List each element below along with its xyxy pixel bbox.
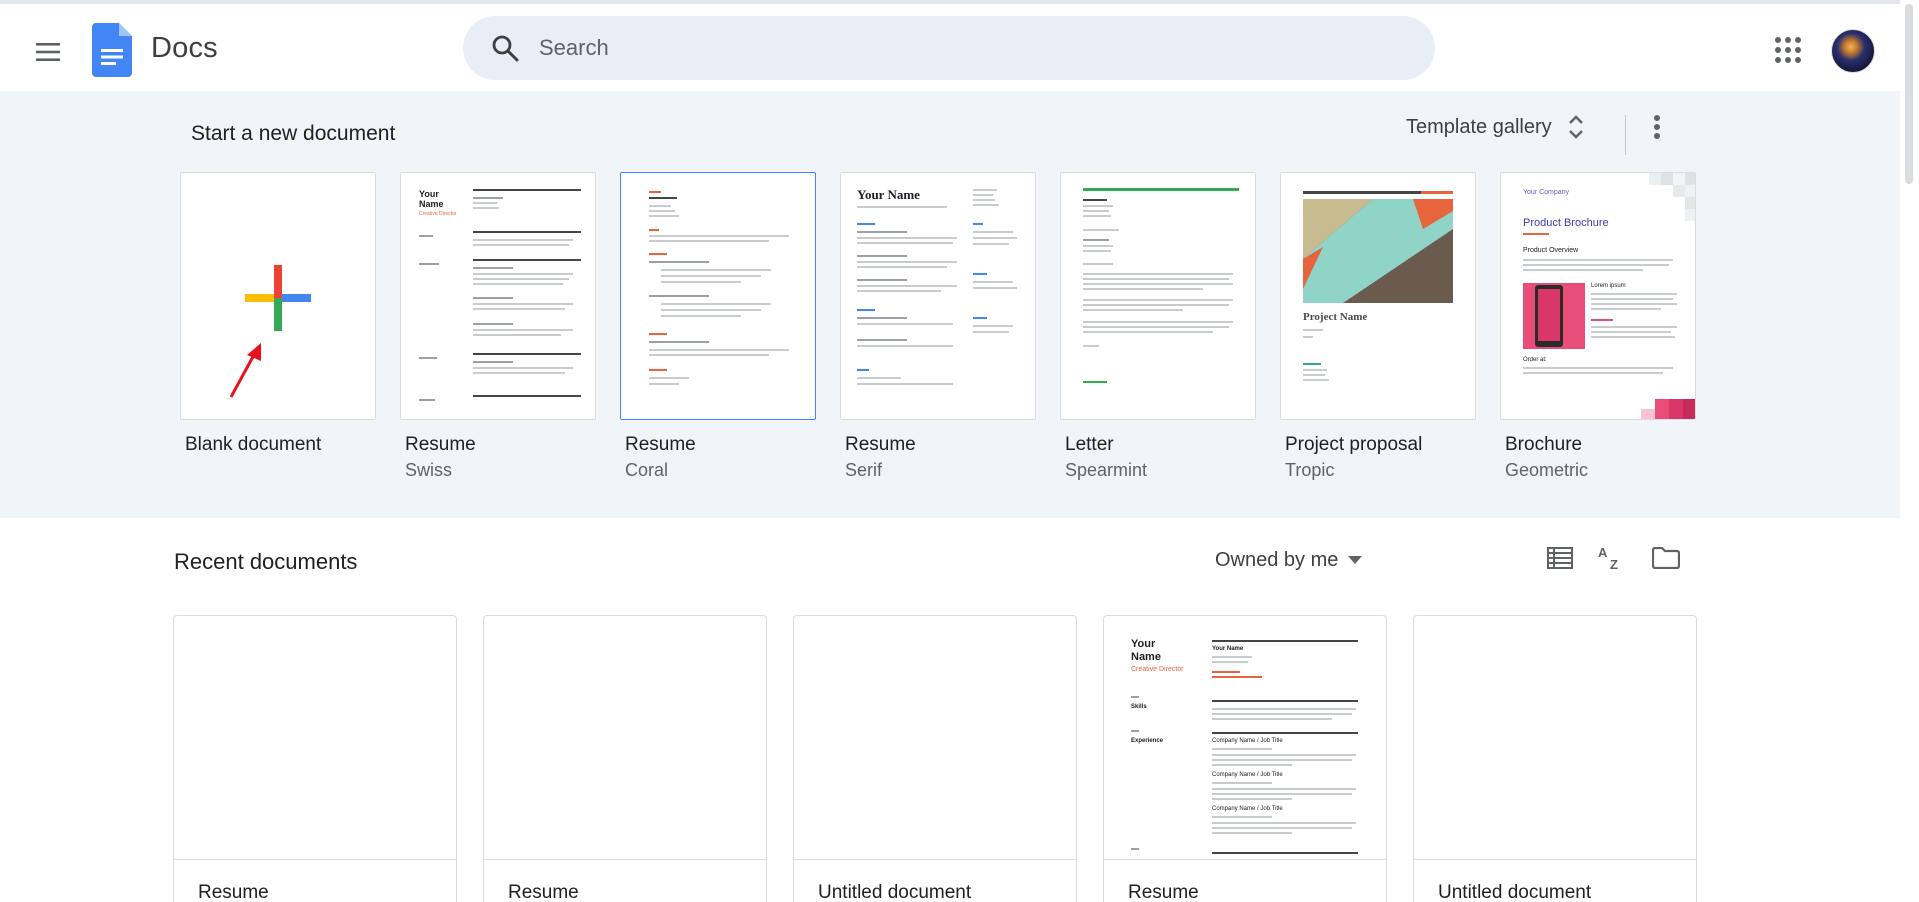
template-name: Project proposal xyxy=(1285,434,1423,455)
sort-button[interactable]: A Z xyxy=(1593,540,1629,576)
template-project-proposal-tropic[interactable]: Project Name Project proposal Tropic xyxy=(1280,172,1476,480)
owner-filter-dropdown[interactable]: Owned by me xyxy=(1215,542,1363,578)
template-blank-document[interactable]: Blank document xyxy=(180,172,376,455)
template-section: Start a new document Template gallery Bl… xyxy=(0,91,1900,518)
thumb-project-name: Project Name xyxy=(1303,311,1368,323)
geometric-bottom-art xyxy=(1641,399,1695,419)
template-thumbnail[interactable] xyxy=(620,172,816,420)
scrollbar-thumb[interactable] xyxy=(1905,4,1913,184)
red-arrow-annotation xyxy=(229,343,261,398)
plus-icon xyxy=(245,265,311,331)
more-vert-icon xyxy=(1654,115,1660,139)
thumb-name: Your Name xyxy=(857,187,920,202)
search-bar[interactable] xyxy=(463,16,1435,80)
search-input[interactable] xyxy=(539,16,1399,80)
thumb-company: Your Company xyxy=(1523,189,1570,196)
template-thumbnail[interactable] xyxy=(1060,172,1256,420)
document-title: Resume xyxy=(508,882,579,902)
thumb-order: Order at: xyxy=(1523,357,1547,363)
divider xyxy=(1625,115,1626,155)
preview-role: Creative Director xyxy=(1131,666,1184,673)
document-title: Untitled document xyxy=(1438,882,1592,902)
template-thumbnail[interactable]: Your Company Product Brochure Product Ov… xyxy=(1500,172,1696,420)
open-file-picker-button[interactable] xyxy=(1648,540,1684,576)
arrow-drop-down-icon xyxy=(1348,556,1363,564)
tropic-cover-art xyxy=(1303,199,1453,303)
template-thumbnail[interactable]: Project Name xyxy=(1280,172,1476,420)
template-gallery-button[interactable]: Template gallery xyxy=(1406,107,1584,147)
template-thumbnail[interactable]: Your Name Creative Director xyxy=(400,172,596,420)
template-thumbnail[interactable] xyxy=(180,172,376,420)
top-bar: Docs xyxy=(0,0,1900,91)
document-preview[interactable] xyxy=(1414,616,1696,860)
recent-document-card[interactable]: Your Name Creative Director Your Name Sk… xyxy=(1103,615,1387,902)
thumb-brochure-title: Product Brochure xyxy=(1523,217,1609,229)
recent-document-card[interactable]: Resume xyxy=(173,615,457,902)
search-icon[interactable] xyxy=(491,34,519,62)
thumb-product-overview: Product Overview xyxy=(1523,247,1579,254)
preview-experience: Experience xyxy=(1131,738,1164,744)
template-subtitle: Serif xyxy=(845,460,883,480)
template-subtitle: Swiss xyxy=(405,460,453,480)
preview-skills: Skills xyxy=(1131,704,1147,710)
owner-filter-label: Owned by me xyxy=(1215,548,1339,571)
template-subtitle: Geometric xyxy=(1505,460,1589,480)
recent-document-card[interactable]: Resume xyxy=(483,615,767,902)
list-view-button[interactable] xyxy=(1542,540,1578,576)
preview-name: Your Name xyxy=(1131,638,1161,663)
template-resume-serif[interactable]: Your Name Resume Serif xyxy=(840,172,1036,480)
recent-document-card[interactable]: Untitled document xyxy=(793,615,1077,902)
template-name: Resume xyxy=(405,434,476,455)
folder-icon xyxy=(1652,547,1680,569)
preview-company-2: Company Name / Job Title xyxy=(1212,772,1283,778)
recent-documents-heading: Recent documents xyxy=(174,549,358,574)
thumb-role: Creative Director xyxy=(419,211,457,217)
svg-text:A: A xyxy=(1598,545,1608,560)
document-preview[interactable]: Your Name Creative Director Your Name Sk… xyxy=(1104,616,1386,860)
template-letter-spearmint[interactable]: Letter Spearmint xyxy=(1060,172,1256,480)
template-name: Letter xyxy=(1065,434,1114,455)
template-name: Brochure xyxy=(1505,434,1583,455)
main-menu-button[interactable] xyxy=(26,32,70,72)
template-name: Resume xyxy=(625,434,696,455)
template-resume-swiss[interactable]: Your Name Creative Director Resume Swiss xyxy=(400,172,596,480)
docs-logo-icon[interactable] xyxy=(92,23,132,77)
unfold-more-icon xyxy=(1568,115,1583,139)
sort-az-icon: A Z xyxy=(1598,545,1618,572)
list-view-icon xyxy=(1547,547,1573,569)
docs-home: Docs Start a new document Template galle… xyxy=(0,0,1919,902)
document-preview[interactable] xyxy=(484,616,766,860)
template-thumbnail[interactable]: Your Name xyxy=(840,172,1036,420)
template-subtitle: Tropic xyxy=(1285,460,1335,480)
menu-icon xyxy=(36,43,60,61)
document-title: Untitled document xyxy=(818,882,972,902)
template-name: Blank document xyxy=(185,434,322,455)
geometric-corner-art xyxy=(1649,173,1695,221)
template-gallery-label: Template gallery xyxy=(1406,115,1552,138)
thumb-name: Your Name xyxy=(419,189,444,209)
preview-company-1: Company Name / Job Title xyxy=(1212,738,1283,744)
avatar[interactable] xyxy=(1831,29,1875,73)
start-new-document-heading: Start a new document xyxy=(191,122,396,145)
template-resume-coral[interactable]: Resume Coral xyxy=(620,172,816,480)
preview-right-name: Your Name xyxy=(1212,646,1244,652)
thumb-lorem: Lorem ipsum xyxy=(1591,283,1626,289)
document-preview[interactable] xyxy=(174,616,456,860)
document-title: Resume xyxy=(198,882,269,902)
template-name: Resume xyxy=(845,434,916,455)
template-subtitle: Coral xyxy=(625,460,669,480)
svg-text:Z: Z xyxy=(1610,557,1618,572)
template-subtitle: Spearmint xyxy=(1065,460,1148,480)
document-preview[interactable] xyxy=(794,616,1076,860)
more-options-button[interactable] xyxy=(1643,107,1671,147)
template-brochure-geometric[interactable]: Your Company Product Brochure Product Ov… xyxy=(1500,172,1696,480)
recent-document-card[interactable]: Untitled document xyxy=(1413,615,1697,902)
preview-company-3: Company Name / Job Title xyxy=(1212,806,1283,812)
apps-grid-icon[interactable] xyxy=(1770,32,1806,68)
app-title[interactable]: Docs xyxy=(151,32,218,65)
document-title: Resume xyxy=(1128,882,1199,902)
